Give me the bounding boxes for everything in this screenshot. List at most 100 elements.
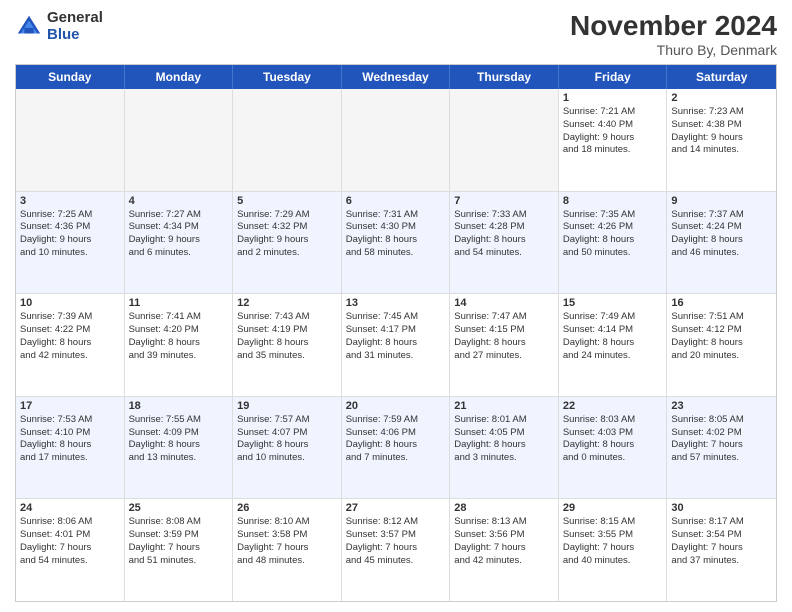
calendar-cell-4-1: 25 Sunrise: 8:08 AM Sunset: 3:59 PM Dayli… <box>125 499 234 601</box>
calendar-cell-2-0: 10 Sunrise: 7:39 AM Sunset: 4:22 PM Dayli… <box>16 294 125 396</box>
day-number: 10 <box>20 297 120 309</box>
day-number: 27 <box>346 502 446 514</box>
day-info: Sunrise: 8:15 AM Sunset: 3:55 PM Dayligh… <box>563 516 663 567</box>
day-info: Sunrise: 8:01 AM Sunset: 4:05 PM Dayligh… <box>454 414 554 465</box>
logo-text: General Blue <box>47 10 103 43</box>
day-number: 25 <box>129 502 229 514</box>
day-number: 23 <box>671 400 772 412</box>
calendar-row-0: 1 Sunrise: 7:21 AM Sunset: 4:40 PM Daylig… <box>16 89 776 192</box>
day-info: Sunrise: 7:39 AM Sunset: 4:22 PM Dayligh… <box>20 311 120 362</box>
day-number: 18 <box>129 400 229 412</box>
day-info: Sunrise: 8:10 AM Sunset: 3:58 PM Dayligh… <box>237 516 337 567</box>
logo-blue: Blue <box>47 27 103 44</box>
calendar-cell-4-4: 28 Sunrise: 8:13 AM Sunset: 3:56 PM Dayli… <box>450 499 559 601</box>
calendar-cell-3-6: 23Sunrise: 8:05 AM Sunset: 4:02 PM Dayli… <box>667 397 776 499</box>
header-day-tuesday: Tuesday <box>233 65 342 89</box>
calendar-cell-2-1: 11 Sunrise: 7:41 AM Sunset: 4:20 PM Dayli… <box>125 294 234 396</box>
calendar-cell-2-4: 14 Sunrise: 7:47 AM Sunset: 4:15 PM Dayli… <box>450 294 559 396</box>
day-number: 9 <box>671 195 772 207</box>
calendar-cell-0-1 <box>125 89 234 191</box>
day-number: 13 <box>346 297 446 309</box>
calendar-cell-2-2: 12Sunrise: 7:43 AM Sunset: 4:19 PM Dayli… <box>233 294 342 396</box>
calendar-row-4: 24 Sunrise: 8:06 AM Sunset: 4:01 PM Dayli… <box>16 499 776 601</box>
day-info: Sunrise: 7:43 AM Sunset: 4:19 PM Dayligh… <box>237 311 337 362</box>
day-number: 28 <box>454 502 554 514</box>
day-info: Sunrise: 7:45 AM Sunset: 4:17 PM Dayligh… <box>346 311 446 362</box>
day-info: Sunrise: 8:17 AM Sunset: 3:54 PM Dayligh… <box>671 516 772 567</box>
day-info: Sunrise: 7:23 AM Sunset: 4:38 PM Dayligh… <box>671 106 772 157</box>
day-info: Sunrise: 7:31 AM Sunset: 4:30 PM Dayligh… <box>346 209 446 260</box>
day-number: 24 <box>20 502 120 514</box>
day-number: 19 <box>237 400 337 412</box>
calendar-cell-0-3 <box>342 89 451 191</box>
calendar-cell-1-3: 6Sunrise: 7:31 AM Sunset: 4:30 PM Daylig… <box>342 192 451 294</box>
day-info: Sunrise: 7:21 AM Sunset: 4:40 PM Dayligh… <box>563 106 663 157</box>
day-info: Sunrise: 7:35 AM Sunset: 4:26 PM Dayligh… <box>563 209 663 260</box>
day-info: Sunrise: 7:41 AM Sunset: 4:20 PM Dayligh… <box>129 311 229 362</box>
logo: General Blue <box>15 10 103 43</box>
day-number: 14 <box>454 297 554 309</box>
calendar-cell-1-2: 5Sunrise: 7:29 AM Sunset: 4:32 PM Daylig… <box>233 192 342 294</box>
month-title: November 2024 <box>570 10 777 42</box>
day-number: 29 <box>563 502 663 514</box>
calendar-cell-1-5: 8 Sunrise: 7:35 AM Sunset: 4:26 PM Daylig… <box>559 192 668 294</box>
day-info: Sunrise: 7:47 AM Sunset: 4:15 PM Dayligh… <box>454 311 554 362</box>
day-number: 4 <box>129 195 229 207</box>
day-number: 15 <box>563 297 663 309</box>
calendar-cell-3-0: 17Sunrise: 7:53 AM Sunset: 4:10 PM Dayli… <box>16 397 125 499</box>
calendar-cell-3-5: 22Sunrise: 8:03 AM Sunset: 4:03 PM Dayli… <box>559 397 668 499</box>
day-info: Sunrise: 7:27 AM Sunset: 4:34 PM Dayligh… <box>129 209 229 260</box>
day-number: 7 <box>454 195 554 207</box>
day-info: Sunrise: 7:37 AM Sunset: 4:24 PM Dayligh… <box>671 209 772 260</box>
calendar-cell-2-3: 13 Sunrise: 7:45 AM Sunset: 4:17 PM Dayli… <box>342 294 451 396</box>
calendar-cell-1-6: 9 Sunrise: 7:37 AM Sunset: 4:24 PM Daylig… <box>667 192 776 294</box>
day-number: 1 <box>563 92 663 104</box>
day-info: Sunrise: 7:55 AM Sunset: 4:09 PM Dayligh… <box>129 414 229 465</box>
header-day-friday: Friday <box>559 65 668 89</box>
day-number: 16 <box>671 297 772 309</box>
calendar-cell-3-3: 20 Sunrise: 7:59 AM Sunset: 4:06 PM Dayli… <box>342 397 451 499</box>
day-number: 8 <box>563 195 663 207</box>
calendar-cell-0-2 <box>233 89 342 191</box>
calendar-cell-3-2: 19 Sunrise: 7:57 AM Sunset: 4:07 PM Dayli… <box>233 397 342 499</box>
calendar-row-2: 10 Sunrise: 7:39 AM Sunset: 4:22 PM Dayli… <box>16 294 776 397</box>
header-day-sunday: Sunday <box>16 65 125 89</box>
calendar-cell-2-5: 15 Sunrise: 7:49 AM Sunset: 4:14 PM Dayli… <box>559 294 668 396</box>
logo-icon <box>15 13 43 41</box>
calendar-cell-4-3: 27 Sunrise: 8:12 AM Sunset: 3:57 PM Dayli… <box>342 499 451 601</box>
day-info: Sunrise: 8:12 AM Sunset: 3:57 PM Dayligh… <box>346 516 446 567</box>
day-info: Sunrise: 7:59 AM Sunset: 4:06 PM Dayligh… <box>346 414 446 465</box>
header: General Blue November 2024 Thuro By, Den… <box>15 10 777 58</box>
day-info: Sunrise: 7:33 AM Sunset: 4:28 PM Dayligh… <box>454 209 554 260</box>
day-info: Sunrise: 7:49 AM Sunset: 4:14 PM Dayligh… <box>563 311 663 362</box>
day-info: Sunrise: 8:13 AM Sunset: 3:56 PM Dayligh… <box>454 516 554 567</box>
calendar-cell-2-6: 16 Sunrise: 7:51 AM Sunset: 4:12 PM Dayli… <box>667 294 776 396</box>
calendar-cell-0-0 <box>16 89 125 191</box>
day-info: Sunrise: 7:51 AM Sunset: 4:12 PM Dayligh… <box>671 311 772 362</box>
day-info: Sunrise: 7:25 AM Sunset: 4:36 PM Dayligh… <box>20 209 120 260</box>
day-number: 26 <box>237 502 337 514</box>
logo-general: General <box>47 10 103 27</box>
day-info: Sunrise: 7:57 AM Sunset: 4:07 PM Dayligh… <box>237 414 337 465</box>
calendar-cell-3-4: 21Sunrise: 8:01 AM Sunset: 4:05 PM Dayli… <box>450 397 559 499</box>
day-number: 11 <box>129 297 229 309</box>
day-info: Sunrise: 8:08 AM Sunset: 3:59 PM Dayligh… <box>129 516 229 567</box>
day-number: 20 <box>346 400 446 412</box>
day-number: 2 <box>671 92 772 104</box>
calendar-cell-0-5: 1 Sunrise: 7:21 AM Sunset: 4:40 PM Daylig… <box>559 89 668 191</box>
calendar-cell-3-1: 18 Sunrise: 7:55 AM Sunset: 4:09 PM Dayli… <box>125 397 234 499</box>
day-number: 3 <box>20 195 120 207</box>
title-area: November 2024 Thuro By, Denmark <box>570 10 777 58</box>
day-info: Sunrise: 8:03 AM Sunset: 4:03 PM Dayligh… <box>563 414 663 465</box>
day-number: 30 <box>671 502 772 514</box>
calendar-cell-0-4 <box>450 89 559 191</box>
calendar-row-3: 17Sunrise: 7:53 AM Sunset: 4:10 PM Dayli… <box>16 397 776 500</box>
calendar-cell-0-6: 2 Sunrise: 7:23 AM Sunset: 4:38 PM Daylig… <box>667 89 776 191</box>
calendar-cell-4-5: 29 Sunrise: 8:15 AM Sunset: 3:55 PM Dayli… <box>559 499 668 601</box>
calendar-header: SundayMondayTuesdayWednesdayThursdayFrid… <box>16 65 776 89</box>
calendar-cell-1-0: 3 Sunrise: 7:25 AM Sunset: 4:36 PM Daylig… <box>16 192 125 294</box>
calendar: SundayMondayTuesdayWednesdayThursdayFrid… <box>15 64 777 602</box>
calendar-cell-1-1: 4 Sunrise: 7:27 AM Sunset: 4:34 PM Daylig… <box>125 192 234 294</box>
header-day-wednesday: Wednesday <box>342 65 451 89</box>
day-info: Sunrise: 8:06 AM Sunset: 4:01 PM Dayligh… <box>20 516 120 567</box>
